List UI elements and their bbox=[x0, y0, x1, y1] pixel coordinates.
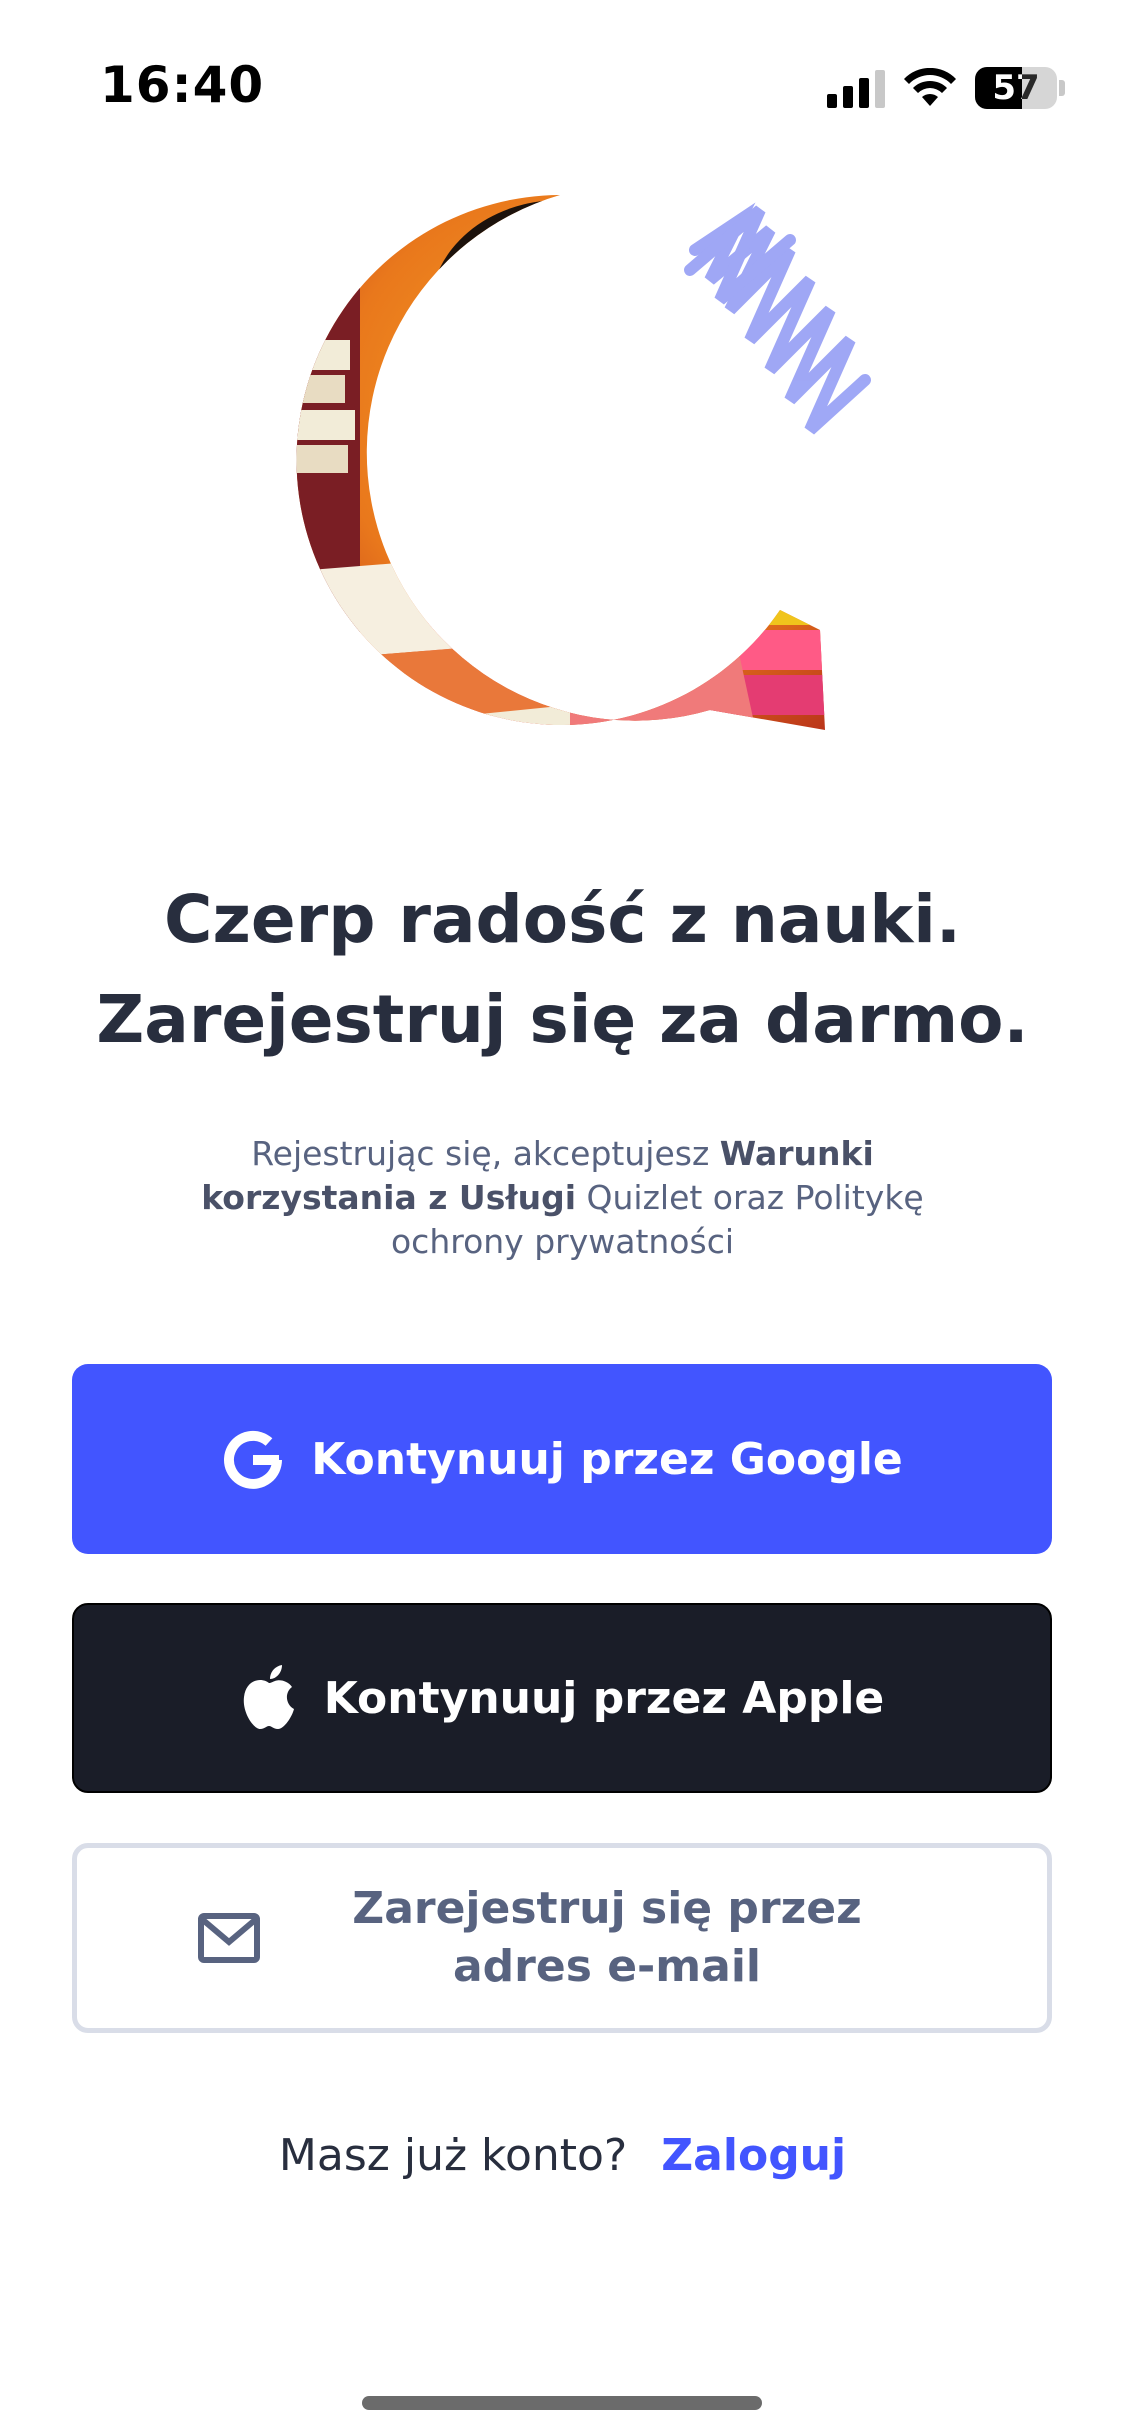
login-prompt: Masz już konto? Zaloguj bbox=[0, 2130, 1125, 2181]
battery-percent: 57 bbox=[992, 68, 1040, 108]
terms-prefix: Rejestrując się, akceptujesz bbox=[251, 1134, 720, 1173]
page-headline: Czerp radość z nauki. Zarejestruj się za… bbox=[0, 870, 1125, 1070]
sign-up-with-email-button[interactable]: Zarejestruj się przez adres e-mail bbox=[72, 1843, 1052, 2033]
wifi-icon bbox=[904, 68, 956, 106]
headline-line-1: Czerp radość z nauki. bbox=[164, 881, 961, 958]
email-button-label: Zarejestruj się przez adres e-mail bbox=[352, 1883, 862, 1992]
headline-line-2: Zarejestruj się za darmo. bbox=[96, 981, 1029, 1058]
mail-icon bbox=[197, 1912, 261, 1964]
status-time: 16:40 bbox=[100, 56, 265, 114]
hero-illustration bbox=[290, 190, 890, 750]
battery-icon: 57 bbox=[975, 67, 1065, 109]
status-bar: 16:40 57 bbox=[0, 0, 1125, 150]
student-with-phone-illustration bbox=[296, 195, 871, 730]
terms-notice: Rejestrując się, akceptujesz Warunki kor… bbox=[200, 1132, 925, 1264]
apple-icon bbox=[240, 1665, 298, 1731]
cellular-signal-icon bbox=[827, 68, 885, 108]
login-link[interactable]: Zaloguj bbox=[661, 2130, 846, 2181]
continue-with-google-button[interactable]: Kontynuuj przez Google bbox=[72, 1364, 1052, 1554]
apple-button-label: Kontynuuj przez Apple bbox=[323, 1672, 885, 1724]
battery-indicator: 57 bbox=[975, 67, 1057, 109]
terms-middle: Quizlet oraz bbox=[576, 1178, 795, 1217]
status-icons: 57 bbox=[827, 64, 1065, 112]
login-prompt-text: Masz już konto? bbox=[278, 2130, 628, 2181]
home-indicator[interactable] bbox=[362, 2396, 762, 2410]
google-button-label: Kontynuuj przez Google bbox=[311, 1433, 903, 1485]
continue-with-apple-button[interactable]: Kontynuuj przez Apple bbox=[72, 1603, 1052, 1793]
google-icon bbox=[221, 1427, 285, 1491]
